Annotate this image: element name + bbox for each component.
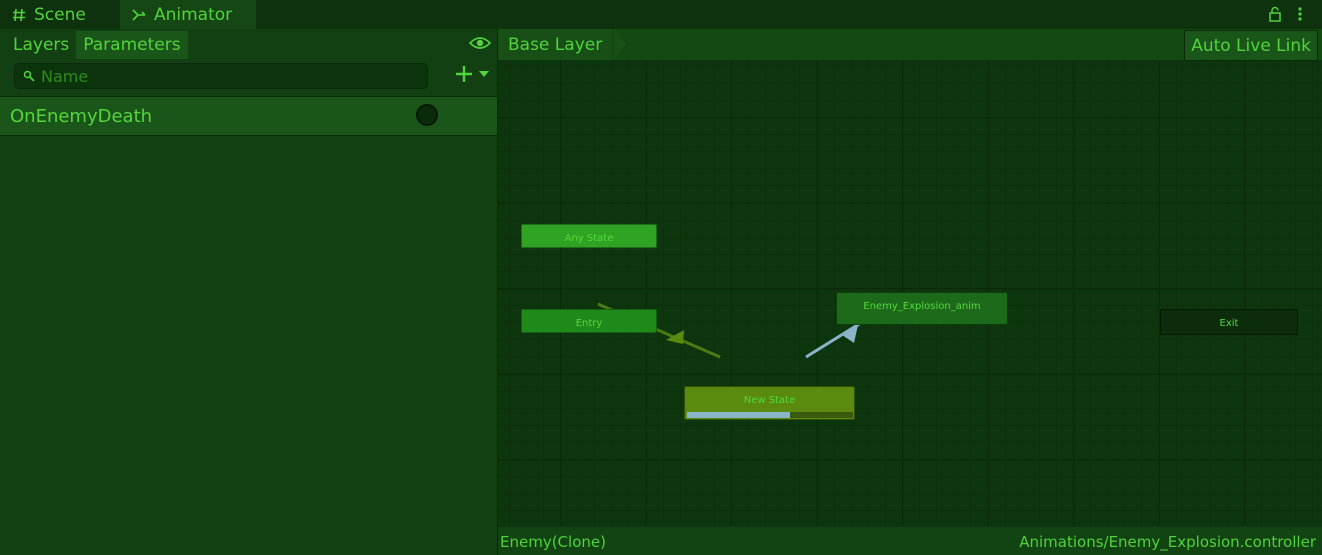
parameter-row[interactable]: OnEnemyDeath	[0, 96, 497, 136]
state-graph[interactable]: Any State Entry Enemy_Explosion_anim Exi…	[498, 61, 1322, 525]
state-label: Enemy_Explosion_anim	[863, 301, 981, 312]
animator-icon	[130, 8, 148, 22]
parameter-name[interactable]: OnEnemyDeath	[10, 106, 152, 127]
state-exit[interactable]: Exit	[1160, 309, 1298, 335]
tab-scene[interactable]: Scene	[10, 0, 86, 29]
state-enemy-explosion[interactable]: Enemy_Explosion_anim	[836, 292, 1008, 325]
breadcrumb-label: Base Layer	[508, 34, 603, 55]
status-controller-path: Animations/Enemy_Explosion.controller	[1019, 533, 1316, 551]
add-parameter-button[interactable]	[454, 64, 490, 84]
breadcrumb-arrow-icon	[614, 29, 626, 60]
state-label: Entry	[575, 318, 603, 329]
plus-icon	[456, 66, 472, 82]
state-progress-fill	[687, 412, 790, 418]
lock-icon[interactable]	[1266, 5, 1284, 23]
breadcrumb: Base Layer Auto Live Link	[498, 29, 1322, 61]
state-new-state[interactable]: New State	[684, 386, 855, 420]
editor-tab-bar: Scene Animator	[0, 0, 1322, 29]
chevron-down-icon	[479, 71, 489, 77]
search-input[interactable]	[41, 66, 411, 86]
panel-tabs: Layers Parameters	[6, 31, 188, 59]
tab-scene-label: Scene	[34, 4, 86, 25]
tab-animator[interactable]: Animator	[120, 0, 256, 29]
more-icon[interactable]	[1291, 5, 1309, 23]
hash-icon	[10, 8, 28, 22]
search-field[interactable]	[14, 63, 428, 89]
tab-parameters[interactable]: Parameters	[76, 31, 188, 59]
tab-animator-label: Animator	[154, 4, 233, 25]
animator-graph-panel: Base Layer Auto Live Link Any State Entr…	[498, 29, 1322, 555]
parameters-panel: Layers Parameters OnEnemyDeath	[0, 29, 498, 555]
trigger-toggle[interactable]	[416, 104, 438, 126]
tab-layers[interactable]: Layers	[6, 31, 76, 59]
status-bar: Enemy(Clone) Animations/Enemy_Explosion.…	[498, 527, 1322, 555]
search-icon	[23, 70, 35, 82]
state-label: Exit	[1219, 318, 1239, 329]
state-label: Any State	[564, 233, 614, 244]
eye-icon[interactable]	[468, 35, 492, 55]
state-progress-track	[687, 412, 853, 418]
auto-live-link-button[interactable]: Auto Live Link	[1184, 30, 1318, 61]
breadcrumb-base-layer[interactable]: Base Layer	[498, 29, 613, 60]
status-object: Enemy(Clone)	[500, 533, 606, 551]
state-entry[interactable]: Entry	[521, 309, 657, 333]
state-any-state[interactable]: Any State	[521, 224, 657, 248]
